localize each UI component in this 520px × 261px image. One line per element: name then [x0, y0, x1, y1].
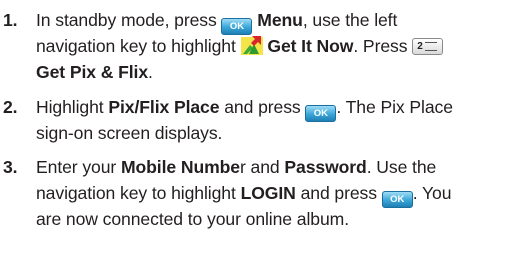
- step-line: sign-on screen displays.: [36, 120, 516, 146]
- step-line: Enter your Mobile Number and Password. U…: [36, 154, 516, 180]
- get-it-now-label: Get It Now: [267, 36, 354, 56]
- text-run: In standby mode, press: [36, 10, 222, 30]
- step-number: 2.: [3, 97, 18, 117]
- menu-label: Menu: [257, 10, 303, 30]
- ok-key-label: OK: [313, 108, 329, 119]
- text-run: navigation key to highlight: [36, 183, 241, 203]
- step-line: navigation key to highlight Get It Now. …: [36, 33, 516, 59]
- step-line: Highlight Pix/Flix Place and press OK . T…: [36, 94, 516, 122]
- get-it-now-icon: [240, 36, 263, 55]
- text-run: . Use the: [366, 157, 437, 177]
- ok-key-label: OK: [390, 194, 405, 205]
- text-run: Enter your: [36, 157, 121, 177]
- ok-key-icon: OK: [381, 191, 413, 208]
- text-run: Highlight: [36, 97, 109, 117]
- step-1: 1. In standby mode, press OK Menu, use t…: [0, 7, 516, 85]
- text-run: r and: [239, 157, 285, 177]
- ok-key-icon: OK: [305, 105, 337, 122]
- text-run: . You: [412, 183, 452, 203]
- key-2-digit: 2: [417, 41, 423, 52]
- get-pix-flix-label: Get Pix & Flix: [36, 62, 149, 82]
- ok-key-icon: OK: [221, 18, 253, 35]
- password-label: Password: [284, 157, 367, 177]
- step-line: navigation key to highlight LOGIN and pr…: [36, 180, 516, 208]
- step-2: 2. Highlight Pix/Flix Place and press OK…: [0, 94, 516, 146]
- step-line: Get Pix & Flix.: [36, 59, 516, 85]
- text-run: and press: [219, 97, 306, 117]
- step-3: 3. Enter your Mobile Number and Password…: [0, 154, 516, 232]
- step-number: 3.: [3, 157, 18, 177]
- login-label: LOGIN: [240, 183, 296, 203]
- mobile-number-label: Mobile Numbe: [120, 157, 240, 177]
- ok-key-label: OK: [229, 21, 245, 32]
- step-text: Enter your Mobile Number and Password. U…: [36, 154, 516, 232]
- text-run: . The Pix Place: [336, 97, 453, 117]
- step-text: Highlight Pix/Flix Place and press OK . T…: [36, 94, 516, 146]
- step-text: In standby mode, press OK Menu, use the …: [36, 7, 516, 85]
- text-run: and press: [295, 183, 382, 203]
- step-line: In standby mode, press OK Menu, use the …: [36, 7, 516, 35]
- key-2-abc-icon: 2: [412, 38, 444, 55]
- pix-flix-place-label: Pix/Flix Place: [108, 97, 220, 117]
- text-run: navigation key to highlight: [36, 36, 241, 56]
- step-line: are now connected to your online album.: [36, 206, 516, 232]
- text-run: . Press: [353, 36, 413, 56]
- text-run: , use the left: [302, 10, 398, 30]
- text-run: .: [148, 62, 153, 82]
- step-number: 1.: [3, 10, 18, 30]
- text-run: sign-on screen displays.: [36, 123, 223, 143]
- text-run: are now connected to your online album.: [36, 209, 349, 229]
